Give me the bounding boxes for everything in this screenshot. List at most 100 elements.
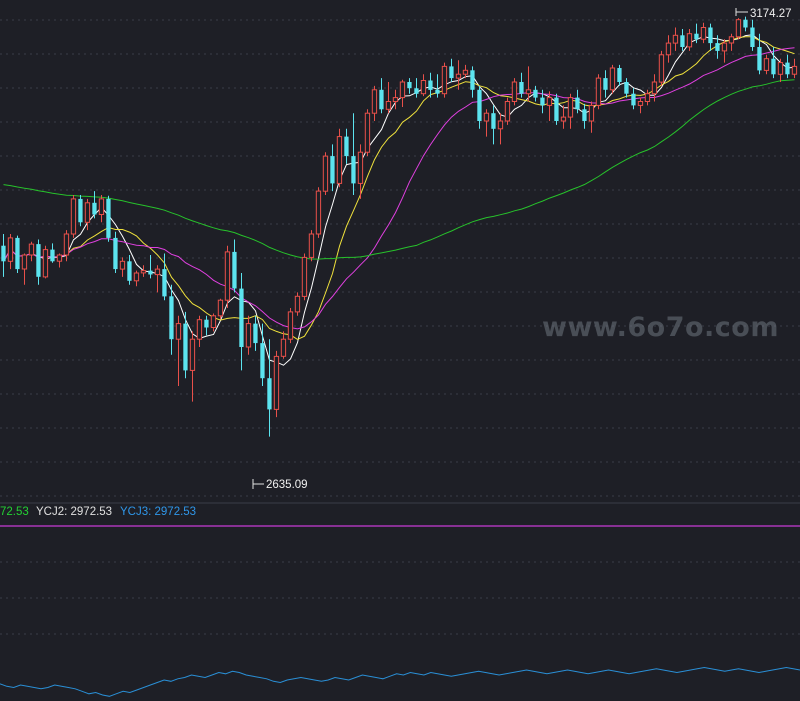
candle: [196, 315, 203, 347]
candle: [224, 245, 231, 308]
candle: [63, 230, 70, 262]
candle-body: [672, 34, 679, 44]
ma60-line: [3, 79, 795, 260]
candle: [511, 78, 518, 106]
candle: [721, 39, 728, 63]
candle-body: [92, 202, 97, 215]
candle-body: [385, 101, 392, 110]
candle: [239, 273, 244, 371]
candle-body: [56, 254, 63, 262]
candle-body: [665, 42, 672, 56]
candle: [189, 331, 196, 402]
candle-body: [483, 112, 490, 122]
candle: [204, 315, 209, 336]
candle: [301, 253, 308, 301]
candle: [162, 253, 167, 301]
candle: [686, 29, 693, 51]
annotations: 3174.27 2635.09: [252, 8, 792, 491]
candle: [567, 93, 574, 129]
candle-body: [637, 101, 644, 106]
candle: [344, 128, 349, 164]
candle-body: [420, 80, 427, 95]
candle: [371, 85, 378, 121]
candle: [644, 89, 651, 106]
candle: [1, 234, 6, 277]
candle-body: [379, 89, 384, 110]
candle: [42, 245, 49, 279]
candle-body: [560, 116, 567, 122]
candle-body: [631, 93, 636, 106]
candle-body: [308, 233, 315, 258]
ma10-line: [3, 36, 795, 340]
candle-body: [735, 19, 742, 38]
candle: [399, 79, 406, 107]
candle-body: [694, 33, 699, 40]
candle: [750, 19, 755, 51]
candle-body: [364, 112, 371, 153]
candle: [735, 18, 742, 40]
candle: [70, 195, 77, 238]
candle-body: [757, 47, 762, 71]
candle-body: [708, 27, 713, 44]
candle-body: [567, 97, 574, 118]
candle: [700, 22, 707, 44]
candle-body: [287, 311, 294, 340]
candlestick-chart: 3174.27 2635.09: [0, 8, 800, 697]
candle: [351, 113, 356, 195]
candle-body: [267, 378, 272, 410]
candle-body: [210, 315, 217, 328]
candle-body: [127, 261, 132, 281]
candle: [217, 298, 224, 319]
candle-body: [217, 299, 224, 317]
candle-body: [700, 27, 707, 40]
candle-body: [344, 136, 349, 157]
candle-body: [273, 355, 280, 410]
candle-body: [21, 254, 28, 270]
candle: [50, 243, 55, 263]
candle-body: [407, 82, 412, 89]
candle-body: [791, 65, 798, 75]
candle-body: [154, 268, 161, 276]
candle: [56, 253, 63, 268]
candle: [435, 74, 440, 98]
candle-body: [98, 198, 105, 215]
candle: [98, 195, 105, 223]
candle-body: [743, 19, 748, 28]
candle-body: [113, 237, 118, 270]
candle: [113, 231, 118, 273]
candle: [154, 265, 161, 293]
candle-body: [245, 323, 252, 348]
candle-body: [204, 319, 209, 328]
candle: [7, 234, 14, 270]
candle: [791, 58, 798, 79]
candle: [582, 103, 587, 129]
ycj3-value: YCJ3: 2972.53: [120, 506, 197, 518]
candle: [127, 255, 132, 285]
candle: [595, 74, 602, 110]
candle-body: [315, 190, 322, 235]
candle: [420, 74, 427, 97]
candle-body: [477, 89, 482, 121]
candle: [624, 78, 629, 98]
candle-body: [78, 198, 83, 223]
candle: [504, 97, 511, 125]
candle-body: [7, 237, 14, 262]
candle-body: [336, 136, 343, 184]
candle: [631, 88, 636, 110]
candle-body: [554, 97, 559, 121]
candle-body: [651, 81, 658, 95]
candle-body: [462, 69, 469, 75]
candle-body: [15, 237, 20, 270]
candle: [169, 284, 174, 355]
candle-body: [63, 233, 70, 256]
ycj1-value: 72.53: [0, 506, 29, 518]
candle-body: [106, 198, 111, 238]
candle: [273, 350, 280, 418]
candle: [777, 58, 784, 82]
candle: [294, 292, 301, 316]
candle: [287, 308, 294, 344]
candle: [392, 89, 399, 110]
candle-body: [595, 77, 602, 106]
candle: [15, 235, 20, 273]
candle-body: [140, 270, 147, 274]
